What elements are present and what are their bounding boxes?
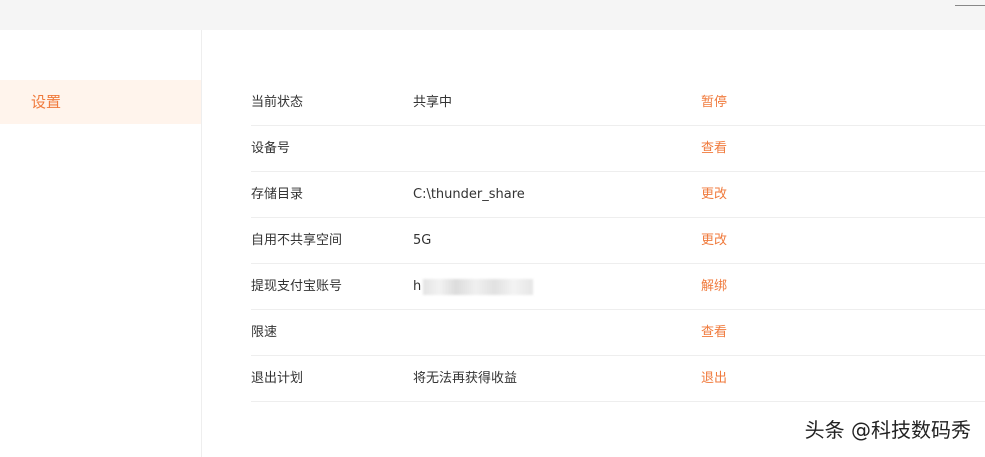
top-bar — [0, 0, 985, 30]
settings-row-status: 当前状态 共享中 暂停 — [251, 80, 985, 126]
sidebar-item-label: 设置 — [31, 93, 62, 111]
sidebar: 设置 — [0, 30, 202, 457]
sidebar-item-settings[interactable]: 设置 — [0, 80, 201, 124]
reserved-space-value: 5G — [413, 233, 432, 248]
settings-row-storage-dir: 存储目录 C:\thunder_share 更改 — [251, 172, 985, 218]
change-storage-dir-link[interactable]: 更改 — [701, 186, 727, 203]
settings-row-device-id: 设备号 查看 — [251, 126, 985, 172]
view-speed-limit-link[interactable]: 查看 — [701, 324, 727, 341]
watermark: 头条 @科技数码秀 — [804, 418, 971, 442]
storage-dir-value: C:\thunder_share — [413, 187, 525, 202]
device-id-label: 设备号 — [251, 141, 291, 156]
exit-plan-value: 将无法再获得收益 — [413, 371, 518, 386]
speed-limit-label: 限速 — [251, 325, 278, 340]
settings-row-reserved-space: 自用不共享空间 5G 更改 — [251, 218, 985, 264]
pause-link[interactable]: 暂停 — [701, 94, 727, 111]
reserved-space-label: 自用不共享空间 — [251, 233, 343, 248]
unbind-alipay-link[interactable]: 解绑 — [701, 278, 727, 295]
exit-plan-link[interactable]: 退出 — [701, 370, 727, 387]
settings-list: 当前状态 共享中 暂停 设备号 查看 存储目录 C:\thunder_share… — [251, 80, 985, 402]
alipay-account-label: 提现支付宝账号 — [251, 279, 343, 294]
exit-plan-label: 退出计划 — [251, 371, 304, 386]
alipay-account-visible-text: h — [413, 279, 422, 294]
view-device-id-link[interactable]: 查看 — [701, 140, 727, 157]
settings-row-alipay-account: 提现支付宝账号 h 解绑 — [251, 264, 985, 310]
settings-row-speed-limit: 限速 查看 — [251, 310, 985, 356]
settings-row-exit-plan: 退出计划 将无法再获得收益 退出 — [251, 356, 985, 402]
top-bar-divider — [955, 5, 985, 6]
change-reserved-space-link[interactable]: 更改 — [701, 232, 727, 249]
redaction-mask — [423, 278, 534, 295]
storage-dir-label: 存储目录 — [251, 187, 304, 202]
status-value: 共享中 — [413, 95, 453, 110]
alipay-account-value: h — [413, 278, 534, 295]
status-label: 当前状态 — [251, 95, 304, 110]
